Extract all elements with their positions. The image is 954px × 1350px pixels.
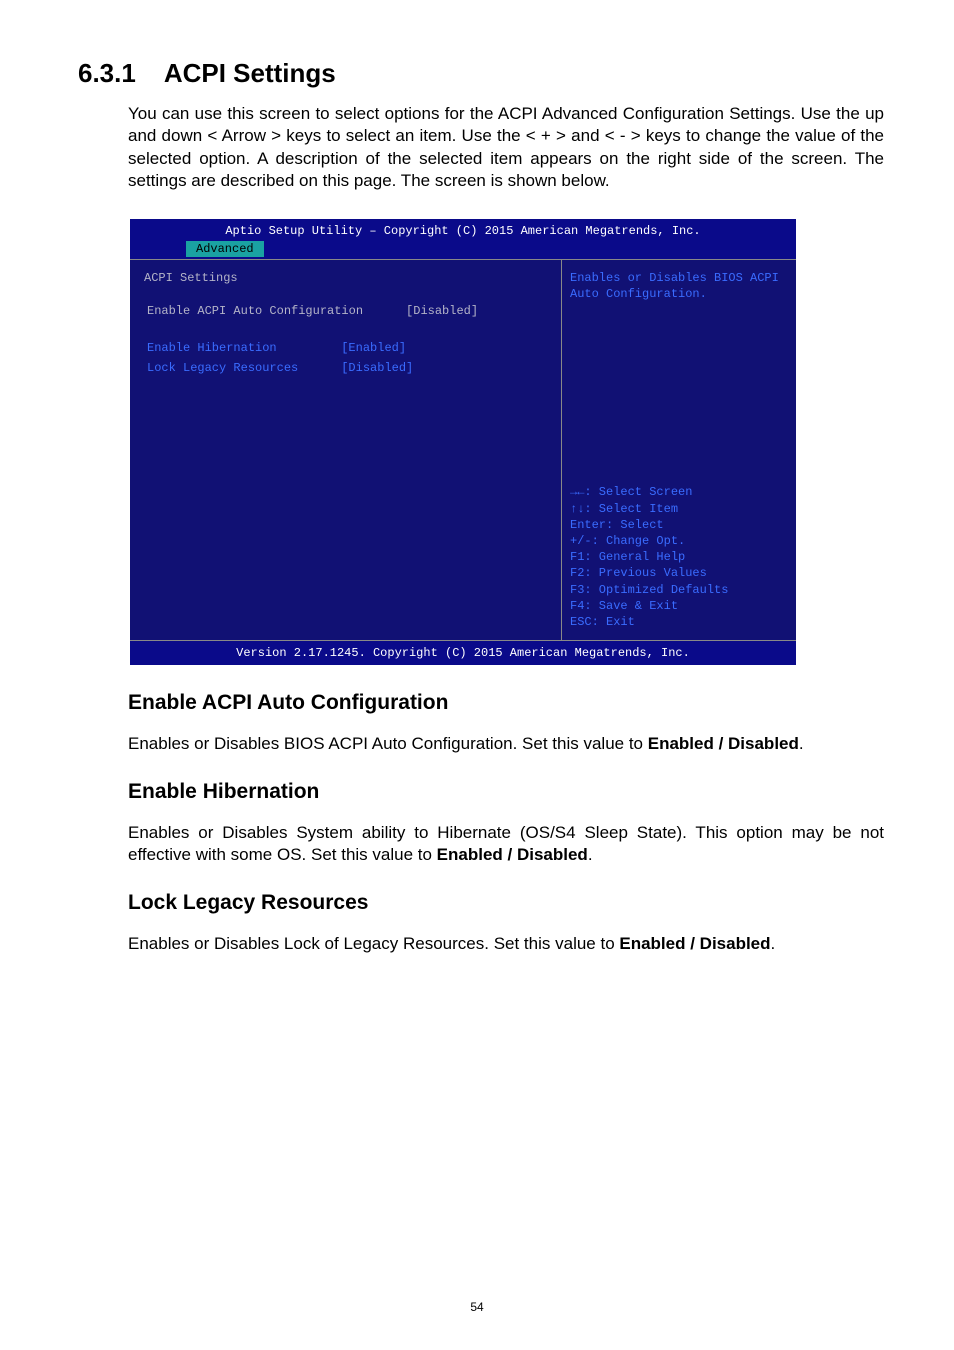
subheading-hibernation: Enable Hibernation	[128, 780, 884, 804]
bios-key-line: ↑↓: Select Item	[570, 501, 788, 517]
bios-option-label: Enable Hibernation	[146, 339, 338, 357]
text: Enables or Disables BIOS ACPI Auto Confi…	[128, 734, 648, 753]
bios-option-value: [Disabled]	[340, 359, 453, 377]
paragraph-auto-config: Enables or Disables BIOS ACPI Auto Confi…	[128, 733, 884, 755]
bios-footer: Version 2.17.1245. Copyright (C) 2015 Am…	[130, 641, 796, 665]
bios-key-line: F4: Save & Exit	[570, 598, 788, 614]
bios-help-text: Enables or Disables BIOS ACPI Auto Confi…	[570, 270, 788, 302]
bios-tab-advanced: Advanced	[186, 241, 264, 257]
bios-title: Aptio Setup Utility – Copyright (C) 2015…	[130, 219, 796, 239]
bios-key-line: F2: Previous Values	[570, 565, 788, 581]
bold-value: Enabled / Disabled	[437, 845, 588, 864]
bios-pane-heading: ACPI Settings	[144, 270, 547, 286]
bold-value: Enabled / Disabled	[648, 734, 799, 753]
text: .	[799, 734, 804, 753]
section-title: ACPI Settings	[164, 58, 336, 88]
bios-key-line: ESC: Exit	[570, 614, 788, 630]
bios-option-value: [Enabled]	[340, 339, 453, 357]
text: .	[588, 845, 593, 864]
section-number: 6.3.1	[78, 58, 136, 88]
text: .	[771, 934, 776, 953]
paragraph-hibernation: Enables or Disables System ability to Hi…	[128, 822, 884, 867]
text: Enables or Disables Lock of Legacy Resou…	[128, 934, 619, 953]
bios-help-pane: Enables or Disables BIOS ACPI Auto Confi…	[561, 260, 796, 640]
bios-option-label: Enable ACPI Auto Configuration	[146, 302, 403, 320]
bios-key-line: F3: Optimized Defaults	[570, 582, 788, 598]
subheading-auto-config: Enable ACPI Auto Configuration	[128, 691, 884, 715]
bios-tab-row: Advanced	[130, 239, 796, 259]
bios-option-value: [Disabled]	[405, 302, 518, 320]
bold-value: Enabled / Disabled	[619, 934, 770, 953]
bios-key-line: →←: Select Screen	[570, 484, 788, 500]
bios-option-label: Lock Legacy Resources	[146, 359, 338, 377]
bios-option-row: Enable ACPI Auto Configuration [Disabled…	[146, 302, 518, 320]
page-number: 54	[0, 1300, 954, 1314]
bios-option-row: Lock Legacy Resources [Disabled]	[146, 359, 453, 377]
paragraph-lock-legacy: Enables or Disables Lock of Legacy Resou…	[128, 933, 884, 955]
subheading-lock-legacy: Lock Legacy Resources	[128, 891, 884, 915]
bios-key-line: F1: General Help	[570, 549, 788, 565]
bios-key-help: →←: Select Screen ↑↓: Select Item Enter:…	[570, 484, 788, 630]
bios-option-row: Enable Hibernation [Enabled]	[146, 339, 453, 357]
section-heading: 6.3.1 ACPI Settings	[78, 58, 884, 89]
bios-screenshot: Aptio Setup Utility – Copyright (C) 2015…	[128, 217, 798, 668]
bios-key-line: +/-: Change Opt.	[570, 533, 788, 549]
bios-left-pane: ACPI Settings Enable ACPI Auto Configura…	[130, 260, 561, 640]
bios-key-line: Enter: Select	[570, 517, 788, 533]
intro-paragraph: You can use this screen to select option…	[128, 103, 884, 193]
